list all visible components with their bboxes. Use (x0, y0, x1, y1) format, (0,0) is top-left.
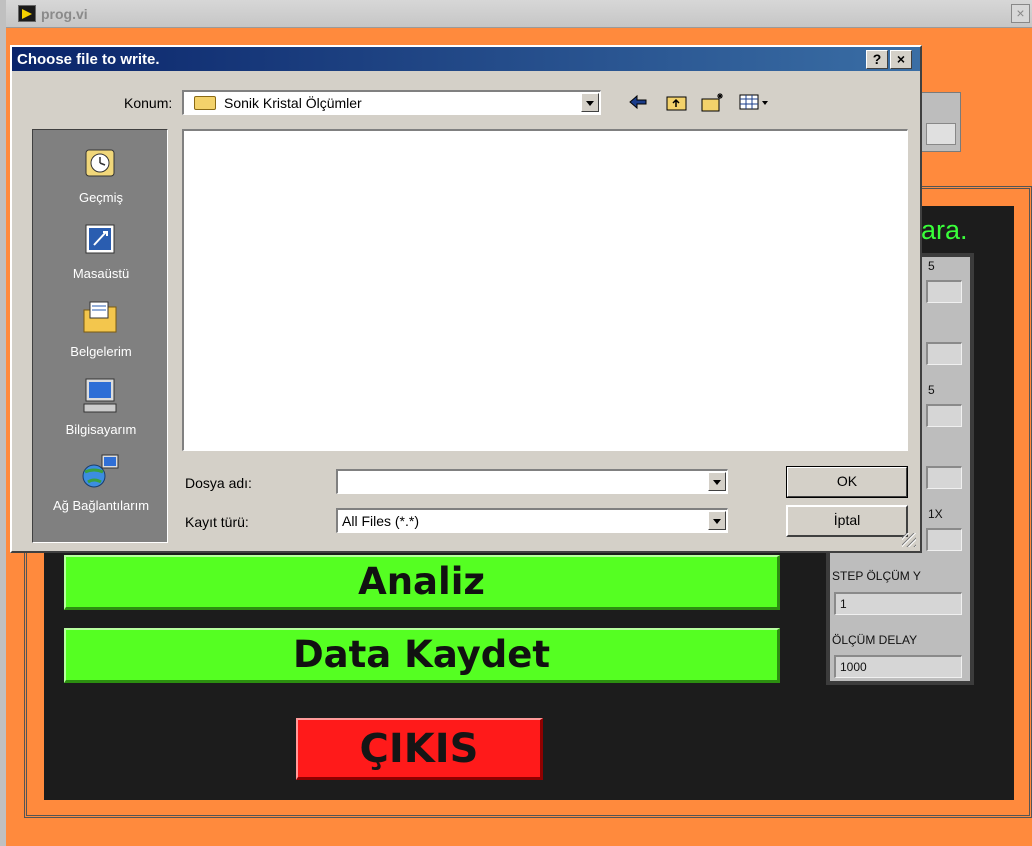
place-history[interactable]: Geçmiş (33, 134, 169, 212)
analiz-button[interactable]: Analiz (64, 555, 780, 610)
place-label-my-computer: Bilgisayarım (65, 422, 137, 437)
cancel-button[interactable]: İptal (786, 505, 908, 537)
ok-button[interactable]: OK (786, 466, 908, 498)
place-label-network: Ağ Bağlantılarım (52, 498, 150, 513)
place-label-my-documents: Belgelerim (70, 344, 132, 359)
delay-label: ÖLÇÜM DELAY (832, 633, 918, 647)
my-computer-icon (76, 376, 124, 416)
file-dialog: Choose file to write. ? × Konum: Sonik K… (10, 45, 922, 553)
back-icon[interactable] (626, 91, 650, 113)
chevron-down-icon[interactable] (708, 472, 726, 491)
param-field-2[interactable] (926, 342, 962, 365)
new-folder-icon[interactable] (700, 91, 726, 113)
help-button[interactable]: ? (866, 50, 888, 69)
filetype-label: Kayıt türü: (185, 514, 249, 530)
main-titlebar: prog.vi × (6, 0, 1032, 28)
location-label: Konum: (124, 95, 173, 111)
history-icon (76, 144, 124, 184)
step-y-field[interactable]: 1 (834, 592, 962, 615)
file-list[interactable] (182, 129, 908, 451)
filename-field[interactable] (336, 469, 728, 494)
location-value: Sonik Kristal Ölçümler (224, 95, 362, 111)
place-label-history: Geçmiş (78, 190, 124, 205)
param-field-5[interactable] (926, 528, 962, 551)
place-network[interactable]: Ağ Bağlantılarım (33, 442, 169, 520)
view-menu-icon[interactable] (738, 91, 772, 113)
top-right-field[interactable] (926, 123, 956, 145)
param-field-1[interactable] (926, 280, 962, 303)
up-folder-icon[interactable] (664, 91, 690, 113)
param-label-partial-3: 1X (928, 507, 943, 521)
places-bar: Geçmiş Masaüstü Belgelerim Bilgisayarım … (32, 129, 168, 543)
delay-field[interactable]: 1000 (834, 655, 962, 678)
location-dropdown[interactable]: Sonik Kristal Ölçümler (182, 90, 601, 115)
place-label-desktop: Masaüstü (72, 266, 130, 281)
my-documents-icon (76, 298, 124, 338)
filename-label: Dosya adı: (185, 475, 252, 491)
dialog-titlebar: Choose file to write. ? × (12, 47, 920, 71)
place-my-computer[interactable]: Bilgisayarım (33, 366, 169, 444)
param-field-3[interactable] (926, 404, 962, 427)
step-y-label: STEP ÖLÇÜM Y (832, 569, 921, 583)
filetype-dropdown[interactable]: All Files (*.*) (336, 508, 728, 533)
dialog-title: Choose file to write. (17, 51, 160, 68)
param-label-partial-2: 5 (928, 383, 935, 397)
filetype-value: All Files (*.*) (342, 513, 420, 529)
status-text-partial: ara. (921, 215, 968, 245)
main-window-title: prog.vi (41, 6, 88, 22)
dialog-close-button[interactable]: × (890, 50, 912, 69)
network-icon (76, 452, 124, 492)
place-desktop[interactable]: Masaüstü (33, 210, 169, 288)
desktop-icon (76, 220, 124, 260)
exit-button[interactable]: ÇIKIS (296, 718, 543, 780)
resize-grip[interactable] (902, 533, 916, 547)
place-my-documents[interactable]: Belgelerim (33, 288, 169, 366)
top-right-control (921, 92, 961, 152)
data-kaydet-button[interactable]: Data Kaydet (64, 628, 780, 683)
param-field-4[interactable] (926, 466, 962, 489)
folder-icon (194, 96, 216, 110)
param-label-partial-1: 5 (928, 259, 935, 273)
chevron-down-icon[interactable] (708, 511, 726, 530)
main-close-button[interactable]: × (1011, 4, 1030, 23)
labview-vi-icon (18, 5, 36, 22)
chevron-down-icon[interactable] (581, 93, 599, 112)
